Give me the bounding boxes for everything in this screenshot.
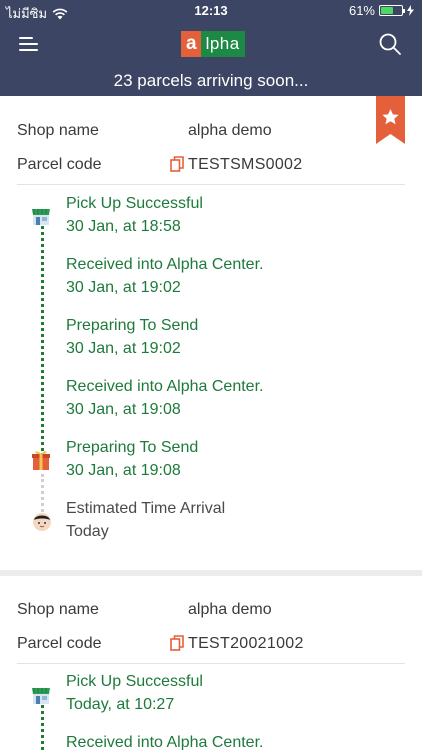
search-icon[interactable] [378,32,402,56]
status-bar: ไม่มีซิม 12:13 61% [0,0,422,22]
event-status: Received into Alpha Center. [66,378,264,395]
event-time: 30 Jan, at 19:02 [66,279,181,296]
parcel-code-label: Parcel code [17,156,102,173]
eta-event: Estimated Time Arrival Today [66,497,225,543]
shop-icon [32,688,50,704]
star-bookmark-icon[interactable] [376,96,405,144]
event-time: 30 Jan, at 19:08 [66,401,181,418]
event-status: Received into Alpha Center. [66,734,264,750]
parcel-card[interactable]: Shop name alpha demo Parcel code TEST200… [0,576,422,750]
charging-bolt-icon [407,5,414,16]
copy-icon[interactable] [170,156,184,172]
timeline-pending-line [41,474,44,512]
shop-icon [32,209,50,225]
shop-name-label: Shop name [17,122,99,139]
battery-level [381,7,394,14]
parcel-code-value[interactable]: TESTSMS0002 [188,156,302,174]
event-time: 30 Jan, at 19:08 [66,462,181,479]
battery-icon [379,5,405,16]
divider [17,184,405,185]
event-status: Preparing To Send [66,317,199,334]
event-time: 30 Jan, at 18:58 [66,218,181,235]
arriving-banner[interactable]: 23 parcels arriving soon... [0,66,422,96]
parcel-card[interactable]: Shop name alpha demo Parcel code TESTSMS… [0,96,422,570]
timeline-progress-line [41,221,44,456]
event-time: Today, at 10:27 [66,696,175,713]
tracking-event: Pick Up Successful 30 Jan, at 18:58 [66,192,203,238]
eta-label: Estimated Time Arrival [66,500,226,517]
tracking-event: Received into Alpha Center. 30 Jan, at 1… [66,375,263,421]
battery-percent: 61% [348,3,375,18]
event-status: Preparing To Send [66,439,199,456]
hamburger-menu-icon[interactable] [19,33,41,55]
event-time: 30 Jan, at 19:02 [66,340,181,357]
tracking-event: Preparing To Send 30 Jan, at 19:08 [66,436,198,482]
tracking-event: Received into Alpha Center. 30 Jan, at 1… [66,253,263,299]
parcel-code-value[interactable]: TEST20021002 [188,635,304,653]
recipient-icon [33,513,51,531]
tracking-event: Preparing To Send 30 Jan, at 19:02 [66,314,198,360]
timeline-progress-line [41,700,44,750]
shop-name-value: alpha demo [188,122,272,139]
alpha-logo: a lpha [181,31,245,57]
event-status: Pick Up Successful [66,673,203,690]
event-status: Pick Up Successful [66,195,203,212]
tracking-event: Pick Up Successful Today, at 10:27 [66,670,203,716]
tracking-event: Received into Alpha Center. [66,731,263,750]
event-status: Received into Alpha Center. [66,256,264,273]
parcel-code-label: Parcel code [17,635,102,652]
navigation-bar: a lpha [0,22,422,66]
shop-name-value: alpha demo [188,601,272,618]
copy-icon[interactable] [170,635,184,651]
gift-icon [32,451,50,470]
divider [17,663,405,664]
shop-name-label: Shop name [17,601,99,618]
eta-value: Today [66,523,109,540]
